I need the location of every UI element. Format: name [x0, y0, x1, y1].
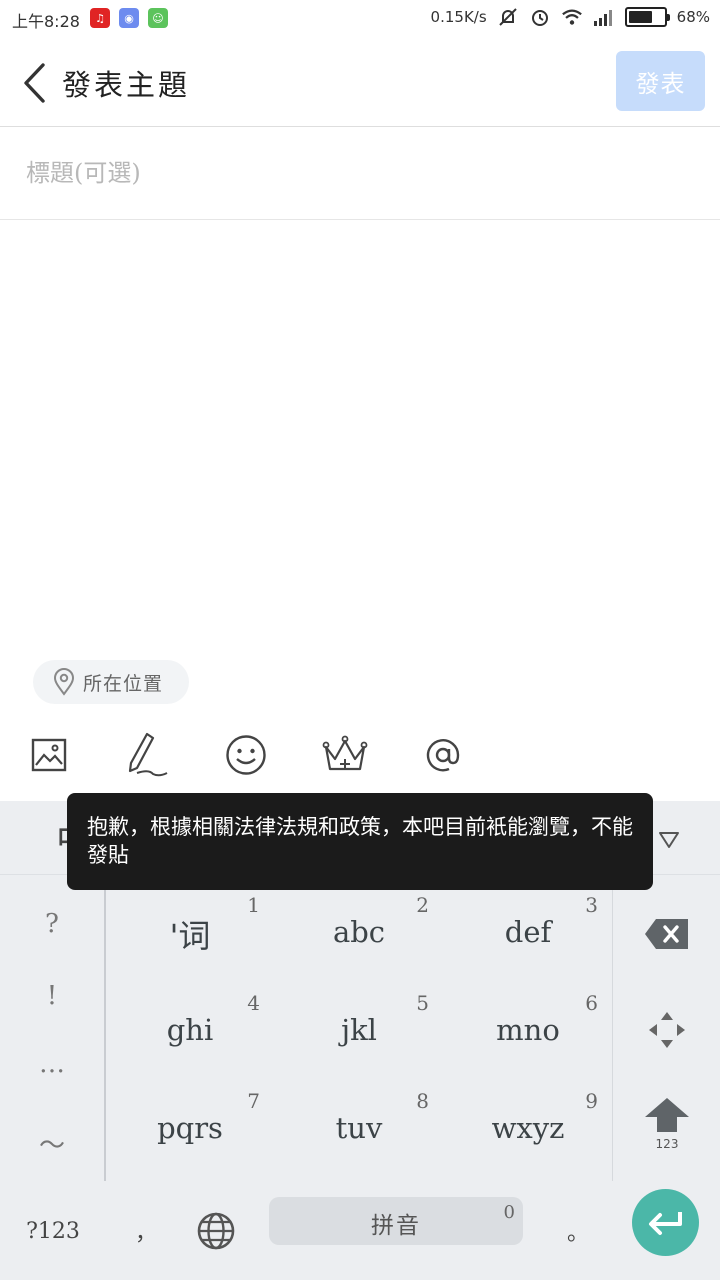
backspace-icon	[645, 919, 688, 949]
punct-ellipsis-key[interactable]: …	[0, 1049, 104, 1079]
key-label: abc	[332, 915, 386, 949]
key-label: jkl	[341, 1013, 377, 1047]
key-number: 9	[585, 1089, 598, 1113]
status-time: 上午8:28	[12, 12, 80, 31]
netease-music-icon: ♫	[90, 8, 110, 28]
top-bar: 發表主題 發表	[0, 38, 720, 127]
cursor-move-key[interactable]	[613, 981, 720, 1079]
key-label: def	[504, 915, 552, 949]
image-icon	[31, 738, 67, 772]
key-label: tuv	[335, 1111, 383, 1145]
key-label: ghi	[166, 1013, 214, 1047]
key-label: wxyz	[491, 1111, 565, 1145]
at-icon	[426, 739, 460, 772]
period-key[interactable]: 。	[560, 1203, 596, 1259]
smile-icon	[226, 735, 266, 775]
crown-icon	[322, 735, 368, 771]
key-6[interactable]: mno 6	[444, 973, 612, 1071]
shift-key[interactable]: 123	[613, 1075, 720, 1173]
status-indicators: 0.15K/s 68%	[431, 6, 710, 28]
title-field-row	[0, 127, 720, 220]
battery-icon	[624, 7, 670, 27]
keyboard-collapse-button[interactable]	[652, 823, 686, 857]
space-key[interactable]: 拼音 0	[269, 1197, 523, 1245]
key-number: 7	[247, 1089, 260, 1113]
comma-key[interactable]: ，	[126, 1203, 166, 1259]
location-button[interactable]: 所在位置	[33, 660, 189, 704]
battery-percent: 68%	[676, 8, 710, 26]
key-number: 3	[585, 893, 598, 917]
key-label: pqrs	[157, 1111, 223, 1145]
enter-arrow-icon	[648, 1211, 682, 1235]
key-number: 6	[585, 991, 598, 1015]
notification-icons: ♫ ◉ ☺	[90, 8, 168, 28]
enter-key[interactable]	[632, 1189, 699, 1256]
key-number: 5	[416, 991, 429, 1015]
chevron-left-icon	[24, 63, 45, 103]
mention-button[interactable]	[418, 730, 468, 780]
chat-app-icon: ☺	[148, 8, 168, 28]
key-label: mno	[496, 1013, 560, 1047]
handwriting-button[interactable]	[122, 730, 172, 780]
status-bar: 上午8:28 ♫ ◉ ☺ 0.15K/s 68%	[0, 0, 720, 38]
t9-key-grid: '词 1 abc 2 def 3 ghi 4 jkl 5 mno 6 pqrs …	[106, 875, 612, 1181]
key-4[interactable]: ghi 4	[106, 973, 274, 1071]
location-pin-icon	[53, 668, 75, 696]
alarm-icon	[529, 6, 551, 28]
punct-tilde-key[interactable]: ～	[0, 1125, 104, 1162]
space-key-number: 0	[503, 1202, 515, 1223]
emoji-button[interactable]	[221, 730, 271, 780]
move-arrows-icon	[649, 1012, 685, 1048]
editor-toolbar	[0, 722, 720, 792]
key-number: 4	[247, 991, 260, 1015]
key-number: 8	[416, 1089, 429, 1113]
key-label: '词	[169, 917, 211, 955]
signal-icon	[593, 6, 615, 28]
app-notification-icon: ◉	[119, 8, 139, 28]
location-label: 所在位置	[83, 672, 164, 695]
key-7[interactable]: pqrs 7	[106, 1071, 274, 1169]
page-title: 發表主題	[62, 68, 191, 102]
key-9[interactable]: wxyz 9	[444, 1071, 612, 1169]
key-5[interactable]: jkl 5	[275, 973, 443, 1071]
mute-icon	[497, 6, 519, 28]
function-key-column: 123	[612, 875, 720, 1181]
symbols-key[interactable]: ?123	[20, 1203, 86, 1259]
back-button[interactable]	[14, 58, 54, 108]
key-number: 1	[247, 893, 260, 917]
arrow-up-icon	[645, 1098, 689, 1132]
key-8[interactable]: tuv 8	[275, 1071, 443, 1169]
punctuation-column: ? ! … ～	[0, 875, 106, 1181]
punct-exclaim-key[interactable]: !	[0, 981, 104, 1011]
keyboard-bottom-row: ?123 ， 拼音 0 。	[0, 1181, 720, 1280]
image-button[interactable]	[24, 730, 74, 780]
key-number: 2	[416, 893, 429, 917]
backspace-key[interactable]	[613, 885, 720, 983]
network-speed: 0.15K/s	[430, 8, 487, 26]
language-key[interactable]	[192, 1203, 240, 1259]
globe-icon	[197, 1212, 235, 1250]
triangle-down-icon	[659, 832, 679, 848]
punct-question-key[interactable]: ?	[0, 909, 104, 939]
post-button[interactable]: 發表	[616, 51, 705, 111]
shift-sublabel: 123	[655, 1137, 679, 1151]
space-key-label: 拼音	[371, 1213, 421, 1239]
content-editor[interactable]	[0, 221, 720, 651]
toast-message: 抱歉，根據相關法律法規和政策，本吧目前衹能瀏覽，不能發貼	[67, 793, 653, 890]
vip-button[interactable]	[320, 730, 370, 780]
title-input[interactable]	[26, 153, 686, 193]
pen-icon	[128, 732, 168, 777]
wifi-icon	[561, 6, 583, 28]
